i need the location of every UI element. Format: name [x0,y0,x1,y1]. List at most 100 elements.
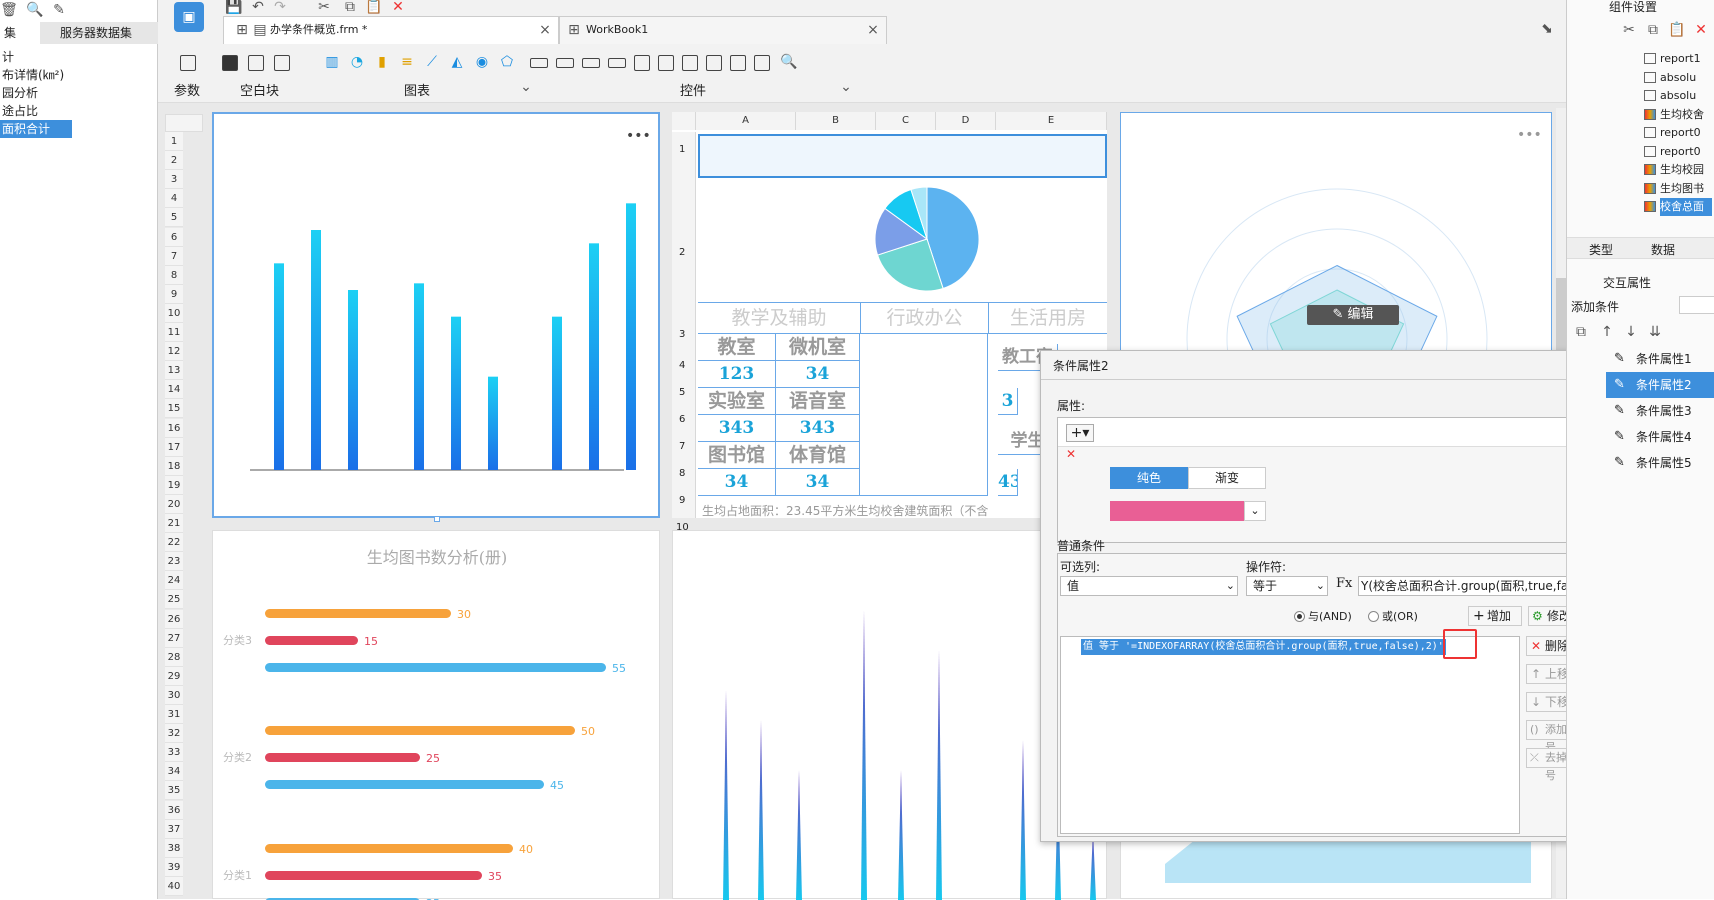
add-attr-button[interactable]: +▾ [1066,424,1094,442]
row-header[interactable]: 22 [165,533,183,553]
copy-icon[interactable]: ⧉ [1645,22,1661,38]
row-header[interactable]: 15 [165,399,183,419]
widget-radio-icon[interactable] [754,55,770,71]
tab-server-dataset[interactable]: 服务器数据集 [40,22,158,44]
row-header[interactable]: 6 [165,227,183,247]
tab-data[interactable]: 数据 [1651,241,1675,258]
row-header[interactable]: 31 [165,705,183,724]
condition-item[interactable]: ✎ 条件属性4 [1606,424,1714,450]
remove-attr-icon[interactable]: ✕ [1066,447,1076,461]
design-mode-icon[interactable]: ▣ [174,2,204,32]
row-header[interactable]: 32 [165,724,183,744]
redo-icon[interactable]: ↷ [272,0,288,15]
close-icon[interactable]: ✕ [390,0,406,15]
row-header[interactable]: 9 [165,284,183,304]
column-chart-panel[interactable]: ••• [212,112,660,518]
delete-icon[interactable]: 🗑 [0,2,18,18]
row-header[interactable]: 33 [165,743,183,763]
tree-item[interactable]: 园分析 [0,84,158,102]
widget-tree-item[interactable]: report0 [1644,124,1712,142]
row-header[interactable]: 2 [165,151,183,171]
add-cond-button[interactable]: + 增加 [1468,606,1522,626]
condition-list[interactable]: 值 等于 '=INDEXOFARRAY(校舍总面积合计.group(面积,tru… [1060,629,1520,834]
chevron-down-icon[interactable]: ⌄ [520,79,532,95]
copy-cond-icon[interactable]: ⧉ [1573,324,1589,340]
widget-calendar-icon[interactable] [658,55,674,71]
column-select[interactable]: 值 ⌄ [1060,576,1238,596]
row-header[interactable]: 7 [165,246,183,266]
column-header[interactable]: C [876,112,936,130]
row-header[interactable]: 38 [165,838,183,858]
row-header[interactable]: 5 [165,208,183,228]
chevron-down-icon[interactable]: ⌄ [1244,501,1266,521]
chart-radar-icon[interactable]: ⬠ [498,53,516,71]
widget-tree-item[interactable]: 校舍总面 [1644,198,1712,216]
preview-icon[interactable]: 🔍 [26,2,43,18]
widget-tree-item[interactable]: 生均图书 [1644,180,1712,198]
widget-tree-item[interactable]: report0 [1644,143,1712,161]
cut-icon[interactable]: ✂ [1621,22,1637,38]
row-header[interactable]: 24 [165,571,183,591]
tab-type[interactable]: 类型 [1589,241,1613,258]
tree-item[interactable]: 布详情(㎞²) [0,66,158,84]
widget-combo-icon[interactable] [608,58,626,68]
row-header[interactable]: 29 [165,666,183,686]
widget-tree-item[interactable]: 生均校舍 [1644,106,1712,124]
chart-pie-icon[interactable]: ◔ [348,53,366,71]
resize-handle[interactable] [434,516,440,522]
chart-hbar-icon[interactable]: ≡ [398,53,416,71]
column-header[interactable]: D [936,112,996,130]
column-header[interactable]: B [796,112,876,130]
blank-block-icon[interactable] [222,55,238,71]
format-brush-icon[interactable]: ⬊ [1538,20,1556,38]
row-header[interactable]: 1 [165,132,183,151]
row-header[interactable]: 20 [165,494,183,514]
or-radio[interactable] [1368,611,1379,622]
row-header[interactable]: 39 [165,857,183,877]
column-header[interactable]: E [996,112,1107,130]
formula-icon[interactable]: Fx [1336,576,1356,596]
row-header[interactable]: 27 [165,628,183,648]
condition-item[interactable]: ✎ 条件属性3 [1606,398,1714,424]
row-header[interactable]: 23 [165,552,183,572]
condition-item[interactable]: ✎ 条件属性5 [1606,450,1714,476]
paste-icon[interactable]: 📋 [1668,22,1685,38]
solid-color-tab[interactable]: 纯色 [1110,467,1188,489]
condition-item[interactable]: ✎ 条件属性1 [1606,346,1714,372]
tree-item[interactable]: 计 [0,48,158,66]
chart-bar-icon[interactable]: ▮ [373,53,391,71]
tab-close-icon[interactable]: × [538,22,552,38]
widget-number-icon[interactable] [682,55,698,71]
widget-checkbox-icon[interactable] [730,55,746,71]
widget-search-icon[interactable]: 🔍 [780,53,798,71]
save-icon[interactable]: 💾 [225,0,242,15]
row-header[interactable]: 26 [165,609,183,629]
row-header[interactable]: 10 [165,303,183,323]
undo-icon[interactable]: ↶ [250,0,266,15]
condition-item[interactable]: ✎ 条件属性2 [1606,372,1714,398]
row-header[interactable]: 19 [165,475,183,495]
move-bottom-icon[interactable]: ⇊ [1647,324,1663,340]
add-cond-select[interactable] [1679,296,1714,314]
row-header[interactable]: 11 [165,323,183,342]
chart-area-icon[interactable]: ◭ [448,53,466,71]
delete-icon[interactable]: ✕ [1693,22,1709,38]
row-header[interactable]: 17 [165,437,183,457]
tab-close-icon[interactable]: × [866,22,880,38]
row-header[interactable]: 36 [165,800,183,820]
widget-tree-item[interactable]: absolu [1644,87,1712,105]
condition-item[interactable]: 值 等于 '=INDEXOFARRAY(校舍总面积合计.group(面积,tru… [1081,639,1446,655]
selected-cell[interactable] [698,134,1107,178]
row-header[interactable]: 14 [165,380,183,400]
operator-select[interactable]: 等于 ⌄ [1246,576,1328,596]
corner-select[interactable] [165,114,203,132]
corner-select[interactable] [672,112,696,130]
edit-button[interactable]: ✎ 编辑 [1307,305,1399,325]
row-header[interactable]: 25 [165,590,183,610]
and-radio[interactable] [1294,611,1305,622]
grid-layout-icon[interactable] [274,55,290,71]
row-header[interactable]: 35 [165,781,183,801]
chevron-down-icon[interactable]: ⌄ [840,79,852,95]
chart-column-icon[interactable]: ▥ [323,53,341,71]
chart-line-icon[interactable]: ⟋ [423,53,441,71]
